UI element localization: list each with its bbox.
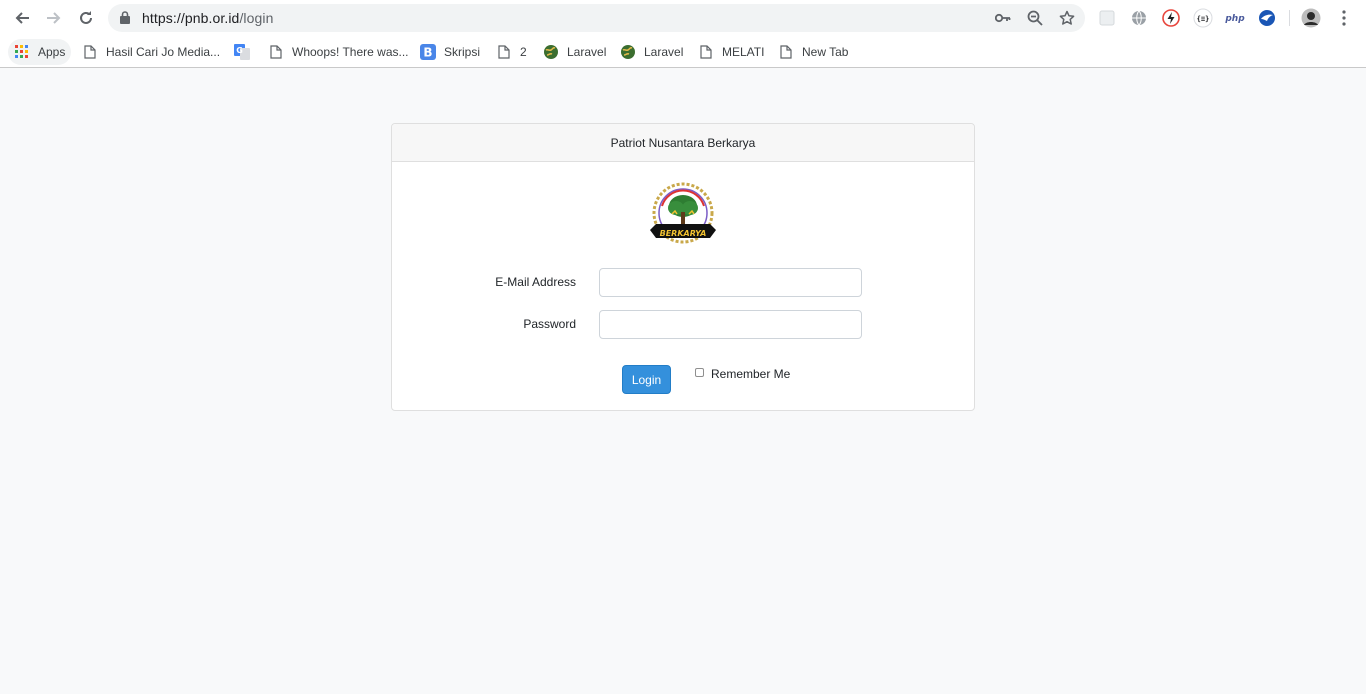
- menu-kebab-icon[interactable]: [1334, 8, 1354, 28]
- bookmark-melati[interactable]: MELATI: [698, 39, 764, 65]
- bookmark-label: Skripsi: [444, 45, 481, 59]
- svg-text:B: B: [423, 46, 432, 60]
- url-text: https://pnb.or.id/login: [142, 10, 274, 26]
- organization-logo: BERKARYA: [648, 182, 718, 248]
- card-header: Patriot Nusantara Berkarya: [392, 124, 974, 162]
- bookmark-label: Apps: [38, 45, 66, 59]
- bird-extension-icon[interactable]: [1257, 8, 1277, 28]
- page-icon: [496, 44, 512, 60]
- forward-button[interactable]: [42, 6, 66, 30]
- login-button[interactable]: Login: [622, 365, 671, 394]
- bookmark-label: Laravel: [644, 45, 684, 59]
- password-label: Password: [523, 317, 576, 331]
- browser-toolbar: https://pnb.or.id/login {≡} php: [0, 0, 1366, 36]
- page-icon: [268, 44, 284, 60]
- json-extension-icon[interactable]: {≡}: [1193, 8, 1213, 28]
- star-icon[interactable]: [1058, 9, 1076, 27]
- blank-extension-icon[interactable]: [1097, 8, 1117, 28]
- bookmark-new-tab[interactable]: New Tab: [778, 39, 848, 65]
- bookmark-apps[interactable]: Apps: [8, 39, 72, 65]
- globe-icon: [620, 44, 636, 60]
- bookmarks-bar: Apps Hasil Cari Jo Media... G Whoops! Th…: [0, 36, 1366, 68]
- back-button[interactable]: [10, 6, 34, 30]
- lock-icon: [120, 11, 130, 24]
- password-field[interactable]: [599, 310, 862, 339]
- bookmark-label: Hasil Cari Jo Media...: [106, 45, 221, 59]
- zoom-icon[interactable]: [1026, 9, 1044, 27]
- bookmark-label: Laravel: [567, 45, 607, 59]
- bookmark-label: Whoops! There was...: [292, 45, 409, 59]
- profile-avatar-icon[interactable]: [1301, 8, 1321, 28]
- bookmark-whoops[interactable]: Whoops! There was...: [268, 39, 409, 65]
- php-extension-icon[interactable]: php: [1224, 8, 1246, 28]
- reload-button[interactable]: [74, 6, 98, 30]
- lightning-extension-icon[interactable]: [1161, 8, 1181, 28]
- back-arrow-icon: [15, 12, 29, 24]
- bookmark-hasil-cari[interactable]: Hasil Cari Jo Media...: [82, 39, 220, 65]
- login-card: Patriot Nusantara Berkarya BERKARYA E-Ma…: [391, 123, 975, 411]
- remember-me-checkbox[interactable]: [695, 368, 704, 377]
- globe-extension-icon[interactable]: [1129, 8, 1149, 28]
- toolbar-separator: [1289, 10, 1290, 26]
- email-label: E-Mail Address: [495, 275, 576, 289]
- remember-me-label[interactable]: Remember Me: [711, 367, 790, 381]
- key-icon[interactable]: [994, 9, 1012, 27]
- address-bar[interactable]: https://pnb.or.id/login: [108, 4, 1085, 32]
- apps-grid-icon: [14, 44, 30, 60]
- svg-text:G: G: [236, 46, 243, 55]
- svg-text:{≡}: {≡}: [1197, 15, 1210, 23]
- svg-text:php: php: [1224, 14, 1245, 24]
- blogger-icon: B: [420, 44, 436, 60]
- google-translate-icon: G: [234, 44, 250, 60]
- bookmark-google-translate[interactable]: G: [234, 39, 250, 65]
- bookmark-label: 2: [520, 45, 527, 59]
- bookmark-laravel-1[interactable]: Laravel: [543, 39, 606, 65]
- page-icon: [698, 44, 714, 60]
- bookmark-label: MELATI: [722, 45, 765, 59]
- email-field[interactable]: [599, 268, 862, 297]
- reload-icon: [80, 11, 92, 24]
- page-icon: [82, 44, 98, 60]
- bookmark-skripsi[interactable]: B Skripsi: [420, 39, 480, 65]
- forward-arrow-icon: [47, 12, 61, 24]
- globe-icon: [543, 44, 559, 60]
- bookmark-laravel-2[interactable]: Laravel: [620, 39, 683, 65]
- bookmark-2[interactable]: 2: [496, 39, 527, 65]
- svg-text:BERKARYA: BERKARYA: [660, 229, 707, 238]
- bookmark-label: New Tab: [802, 45, 849, 59]
- page-icon: [778, 44, 794, 60]
